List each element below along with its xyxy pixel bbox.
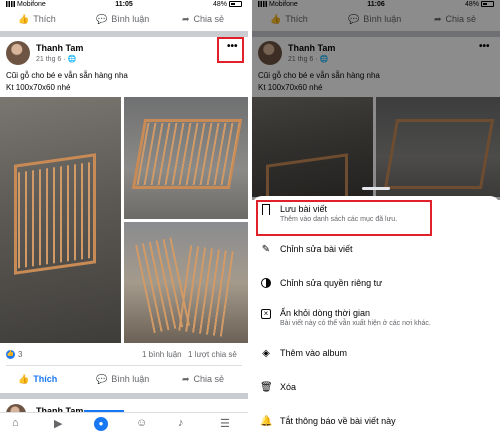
menu-hide-from-timeline[interactable]: × Ẩn khỏi dòng thời gian Bài viết này có… <box>252 308 500 332</box>
author-name[interactable]: Thanh Tam <box>36 43 83 53</box>
menu-add-to-album[interactable]: ◈ Thêm vào album <box>252 348 500 362</box>
highlight-save-post <box>256 200 432 236</box>
home-icon[interactable]: ⌂ <box>12 417 19 429</box>
menu-sublabel: Bài viết này có thể vẫn xuất hiện ở các … <box>280 320 431 327</box>
sheet-drag-handle[interactable] <box>362 187 390 190</box>
post-photo-3[interactable] <box>124 222 248 343</box>
globe-icon: 🌐 <box>67 56 77 63</box>
battery-icon <box>229 1 242 7</box>
reaction-count[interactable]: 3 <box>18 350 22 359</box>
crib-slats <box>18 161 94 269</box>
battery: 48% <box>213 1 242 8</box>
menu-label: Tắt thông báo về bài viết này <box>280 416 396 426</box>
groups-icon[interactable]: ☺ <box>136 417 147 429</box>
share-button[interactable]: ➦ Chia sẻ <box>182 14 224 25</box>
phone-post-menu: Mobifone 11:06 48% 👍 Thích 💬 Bình luận ➦ Ch… <box>252 0 500 434</box>
privacy-icon <box>260 278 272 290</box>
share-icon: ➦ <box>182 14 190 24</box>
phone-feed: Mobifone 11:05 48% 👍 Thích 💬 Bình luận ➦ Ch… <box>0 0 248 434</box>
like-button[interactable]: 👍 Thích <box>18 374 57 385</box>
screenshot-composite: Mobifone 11:05 48% 👍 Thích 💬 Bình luận ➦ Ch… <box>0 0 500 434</box>
menu-turn-off-notifications[interactable]: 🔔 Tắt thông báo về bài viết này <box>252 416 500 430</box>
post-photo-2[interactable] <box>124 97 248 219</box>
menu-edit-post[interactable]: ✎ Chỉnh sửa bài viết <box>252 244 500 258</box>
thumbs-up-icon: 👍 <box>18 14 30 24</box>
menu-label: Thêm vào album <box>280 348 348 358</box>
pencil-icon: ✎ <box>261 244 271 255</box>
bell-icon: 🔔 <box>260 416 273 427</box>
menu-delete[interactable]: 🗑 Xóa <box>252 382 500 396</box>
share-icon: ➦ <box>182 374 190 384</box>
post-caption-line2: Kt 100x70x60 nhé <box>6 83 71 92</box>
separator <box>6 365 242 366</box>
album-icon: ◈ <box>262 348 270 359</box>
video-icon[interactable]: ▶ <box>54 417 62 430</box>
menu-label: Ẩn khỏi dòng thời gian <box>280 308 370 318</box>
post-options-sheet: Lưu bài viết Thêm vào danh sách các mục … <box>252 196 500 434</box>
menu-label: Chỉnh sửa bài viết <box>280 244 353 254</box>
highlight-more-button <box>217 37 244 63</box>
menu-label: Chỉnh sửa quyền riêng tư <box>280 278 383 288</box>
status-bar: Mobifone 11:05 48% <box>0 0 248 10</box>
notifications-icon[interactable]: ♪ <box>178 417 184 429</box>
crib-slats <box>136 123 240 185</box>
like-button[interactable]: 👍 Thích <box>18 14 56 25</box>
post-caption-line1: Cũi gỗ cho bé e vẫn sẵn hàng nha <box>6 71 128 80</box>
profile-icon[interactable]: ● <box>94 417 108 431</box>
like-reaction-icon: 👍 <box>6 350 15 359</box>
post-date: 21 thg 6 · 🌐 <box>36 56 77 63</box>
crib-panels <box>178 245 234 337</box>
modal-overlay[interactable] <box>252 0 500 200</box>
comment-button[interactable]: 💬 Bình luận <box>96 374 149 385</box>
trash-icon: 🗑 <box>260 382 273 393</box>
menu-edit-privacy[interactable]: Chỉnh sửa quyền riêng tư <box>252 278 500 292</box>
clock: 11:05 <box>115 1 133 8</box>
comment-icon: 💬 <box>96 374 108 384</box>
thumbs-up-icon: 👍 <box>18 374 30 384</box>
bottom-navigation: ⌂ ▶ ● ☺ ♪ ☰ <box>0 412 248 434</box>
menu-label: Xóa <box>280 382 297 392</box>
reaction-summary: 👍 3 1 bình luận 1 lượt chia sẻ <box>0 348 248 362</box>
post-actions: 👍 Thích 💬 Bình luận ➦ Chia sẻ <box>0 370 248 390</box>
feed-divider <box>0 393 248 399</box>
comment-button[interactable]: 💬 Bình luận <box>96 14 149 25</box>
menu-icon[interactable]: ☰ <box>220 417 230 430</box>
feed-divider <box>0 31 248 37</box>
share-count[interactable]: 1 lượt chia sẻ <box>188 350 237 359</box>
hide-icon: × <box>260 308 272 320</box>
post-photo-1[interactable] <box>0 97 121 343</box>
comment-icon: 💬 <box>96 14 108 24</box>
previous-post-actions: 👍 Thích 💬 Bình luận ➦ Chia sẻ <box>0 10 248 30</box>
avatar[interactable] <box>6 41 30 65</box>
comment-count[interactable]: 1 bình luận <box>142 350 182 359</box>
share-button[interactable]: ➦ Chia sẻ <box>182 374 224 385</box>
